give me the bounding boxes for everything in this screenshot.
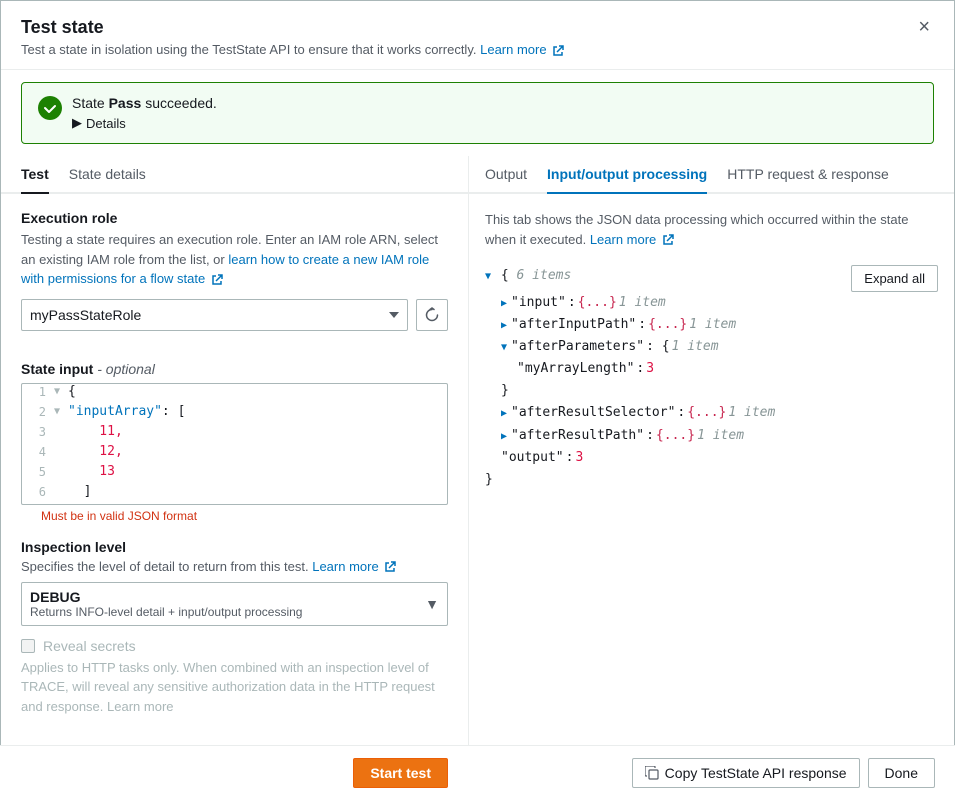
tab-input-output-processing[interactable]: Input/output processing [547,156,707,194]
after-result-selector-toggle[interactable]: ▶ [501,405,507,422]
done-button[interactable]: Done [868,758,935,788]
inspection-learn-more-link[interactable]: Learn more [312,559,396,574]
state-input-label: State input - optional [21,361,448,377]
code-line: 4 12, [22,444,447,464]
start-test-button[interactable]: Start test [353,758,448,788]
copy-teststate-api-button[interactable]: Copy TestState API response [632,758,860,788]
subtitle-text: Test a state in isolation using the Test… [21,42,476,57]
inspection-level-title: Inspection level [21,539,448,555]
code-line: 1 ▼ { [22,384,447,404]
code-line: 6 ] [22,484,447,504]
reveal-secrets-label: Reveal secrets [43,638,136,654]
copy-button-label: Copy TestState API response [665,765,847,781]
tree-row-after-parameters-close: } [485,380,938,402]
reveal-secrets-checkbox[interactable] [21,639,35,653]
right-content: This tab shows the JSON data processing … [469,194,954,799]
state-input-section: State input - optional 1 ▼ { 2 ▼ "inputA… [1,345,468,523]
left-footer: Start test [0,745,468,800]
right-panel: Output Input/output processing HTTP requ… [469,156,954,799]
execution-role-desc: Testing a state requires an execution ro… [21,230,448,289]
tree-row-after-result-selector: ▶ "afterResultSelector" : {...} 1 item [485,402,938,424]
success-icon [38,96,62,120]
main-content: Test State details Execution role Testin… [1,156,954,799]
after-result-path-toggle[interactable]: ▶ [501,428,507,445]
role-row: myPassStateRole [21,299,448,331]
details-toggle[interactable]: ▶ Details [72,115,126,131]
code-line: 5 13 [22,464,447,484]
reveal-learn-more-link[interactable]: Learn more [107,699,173,714]
expand-all-button[interactable]: Expand all [851,265,938,292]
right-tabs: Output Input/output processing HTTP requ… [469,156,954,194]
root-toggle[interactable]: ▼ [485,271,491,282]
code-editor[interactable]: 1 ▼ { 2 ▼ "inputArray": [ 3 11, [21,383,448,505]
tree-root-close: } [485,469,938,491]
reveal-secrets-desc: Applies to HTTP tasks only. When combine… [21,658,448,717]
json-tree: ▼ { 6 items Expand all ▶ "input" : {...} [485,265,938,491]
tree-row-my-array-length: "myArrayLength" : 3 [485,358,938,380]
tree-row-input: ▶ "input" : {...} 1 item [485,292,938,314]
after-input-path-toggle[interactable]: ▶ [501,317,507,334]
learn-more-link[interactable]: Learn more [480,42,564,57]
debug-select-arrow: ▼ [425,596,439,612]
inspection-level-desc: Specifies the level of detail to return … [21,559,448,574]
left-panel: Test State details Execution role Testin… [1,156,469,799]
modal-container: Test state Test a state in isolation usi… [0,0,955,800]
reveal-secrets-section: Reveal secrets Applies to HTTP tasks onl… [1,626,468,717]
inspection-level-section: Inspection level Specifies the level of … [1,523,468,626]
json-tree-header: ▼ { 6 items Expand all [485,265,938,292]
right-description: This tab shows the JSON data processing … [485,210,938,249]
json-error-message: Must be in valid JSON format [21,509,448,523]
code-line: 3 11, [22,424,447,444]
tree-row-output: "output" : 3 [485,447,938,469]
modal-title: Test state [21,17,914,38]
execution-role-title: Execution role [21,210,448,226]
tab-output[interactable]: Output [485,156,527,194]
details-arrow: ▶ [72,115,82,131]
success-banner: State Pass succeeded. ▶ Details [21,82,934,144]
tab-state-details[interactable]: State details [69,156,146,194]
debug-select[interactable]: DEBUG Returns INFO-level detail + input/… [21,582,448,626]
modal-header: Test state Test a state in isolation usi… [1,1,954,70]
code-line: 2 ▼ "inputArray": [ [22,404,447,424]
modal-title-block: Test state Test a state in isolation usi… [21,17,914,57]
tree-row-after-parameters: ▼ "afterParameters" : { 1 item [485,336,938,358]
refresh-button[interactable] [416,299,448,331]
test-state-modal: Test state Test a state in isolation usi… [0,0,955,800]
tab-http-request-response[interactable]: HTTP request & response [727,156,889,194]
after-parameters-toggle[interactable]: ▼ [501,339,507,356]
tab-test[interactable]: Test [21,156,49,194]
right-learn-more-link[interactable]: Learn more [590,232,674,247]
tree-row-after-result-path: ▶ "afterResultPath" : {...} 1 item [485,425,938,447]
modal-subtitle: Test a state in isolation using the Test… [21,42,914,57]
success-content: State Pass succeeded. ▶ Details [72,95,917,131]
role-select[interactable]: myPassStateRole [21,299,408,331]
reveal-row: Reveal secrets [21,638,448,654]
right-footer: Copy TestState API response Done [468,745,955,800]
tree-row-after-input-path: ▶ "afterInputPath" : {...} 1 item [485,314,938,336]
close-button[interactable]: × [914,17,934,37]
input-toggle[interactable]: ▶ [501,295,507,312]
success-title: State Pass succeeded. [72,95,917,111]
execution-role-section: Execution role Testing a state requires … [1,194,468,331]
left-tabs: Test State details [1,156,468,194]
